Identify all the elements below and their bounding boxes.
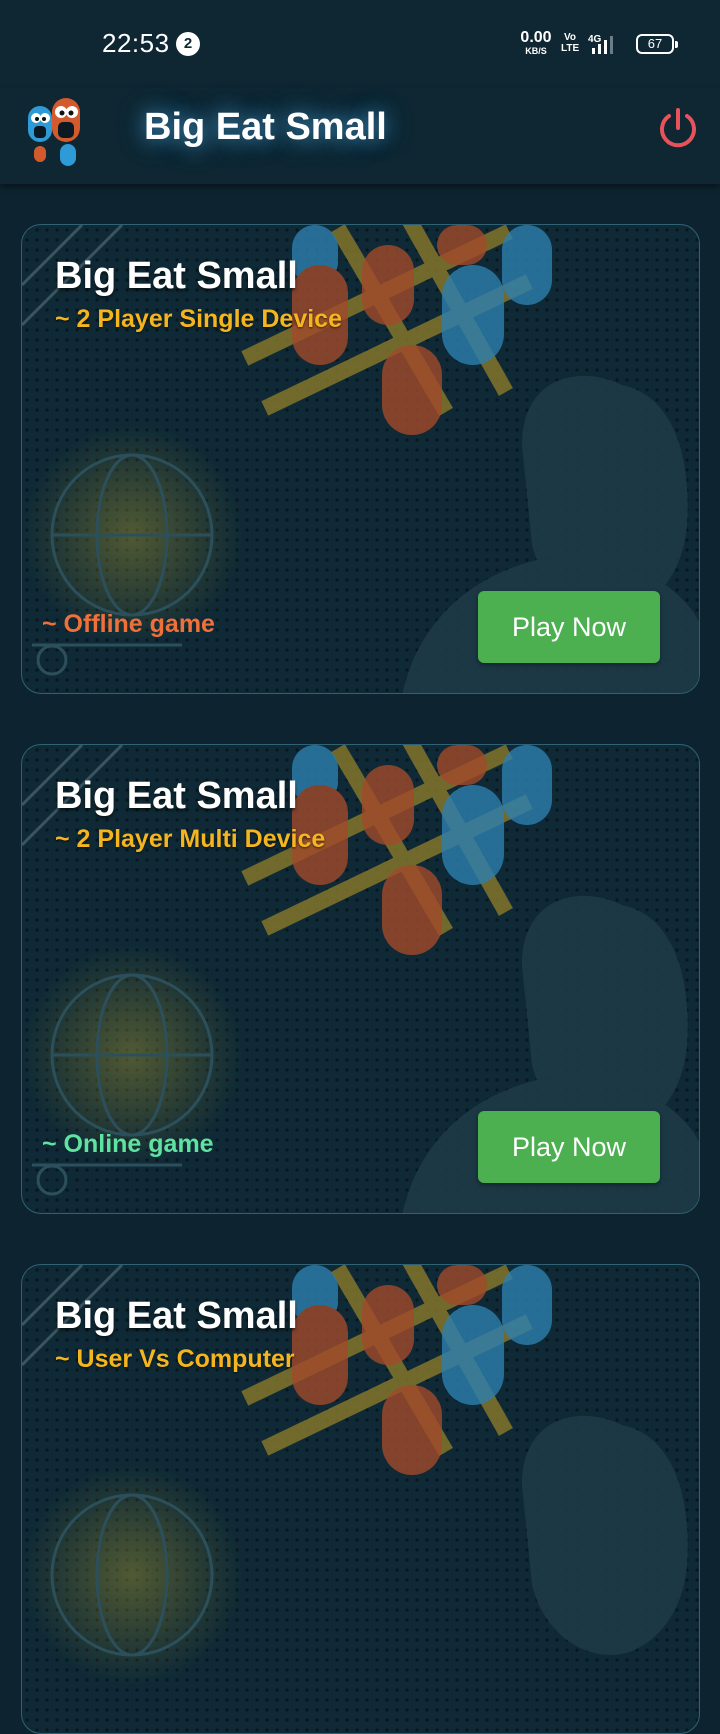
card-mode-label: ~ Online game [42, 1130, 214, 1158]
network-speed: 0.00 KB/S [516, 30, 556, 56]
status-bar: 22:53 2 0.00 KB/S Vo LTE 4G 67 [0, 0, 720, 88]
volte-bottom: LTE [561, 43, 580, 54]
network-speed-unit: KB/S [525, 46, 547, 56]
app-logo-icon [28, 98, 80, 166]
network-type-label: 4G [588, 34, 602, 45]
card-title: Big Eat Small [55, 1295, 298, 1337]
game-mode-card[interactable]: Big Eat Small ~ User Vs Computer [21, 1264, 700, 1734]
volte-top: Vo [563, 32, 577, 43]
card-subtitle: ~ 2 Player Multi Device [55, 825, 326, 853]
card-title: Big Eat Small [55, 775, 298, 817]
battery-level: 67 [647, 36, 663, 51]
card-subtitle: ~ 2 Player Single Device [55, 305, 342, 333]
card-title: Big Eat Small [55, 255, 298, 297]
battery-icon: 67 [636, 34, 678, 54]
play-now-button[interactable]: Play Now [478, 1111, 660, 1183]
game-mode-card[interactable]: Big Eat Small ~ 2 Player Multi Device ~ … [21, 744, 700, 1214]
play-now-button[interactable]: Play Now [478, 591, 660, 663]
card-mode-label: ~ Offline game [42, 610, 215, 638]
notification-badge: 2 [176, 32, 200, 56]
status-time: 22:53 [102, 28, 170, 58]
card-subtitle: ~ User Vs Computer [55, 1345, 295, 1373]
game-mode-card[interactable]: Big Eat Small ~ 2 Player Single Device ~… [21, 224, 700, 694]
power-icon[interactable] [656, 106, 700, 150]
app-header: Big Eat Small [0, 88, 720, 184]
volte-indicator: Vo LTE [561, 32, 579, 54]
signal-icon: 4G [588, 34, 613, 54]
app-title: Big Eat Small [144, 106, 387, 148]
network-speed-value: 0.00 [520, 29, 552, 46]
